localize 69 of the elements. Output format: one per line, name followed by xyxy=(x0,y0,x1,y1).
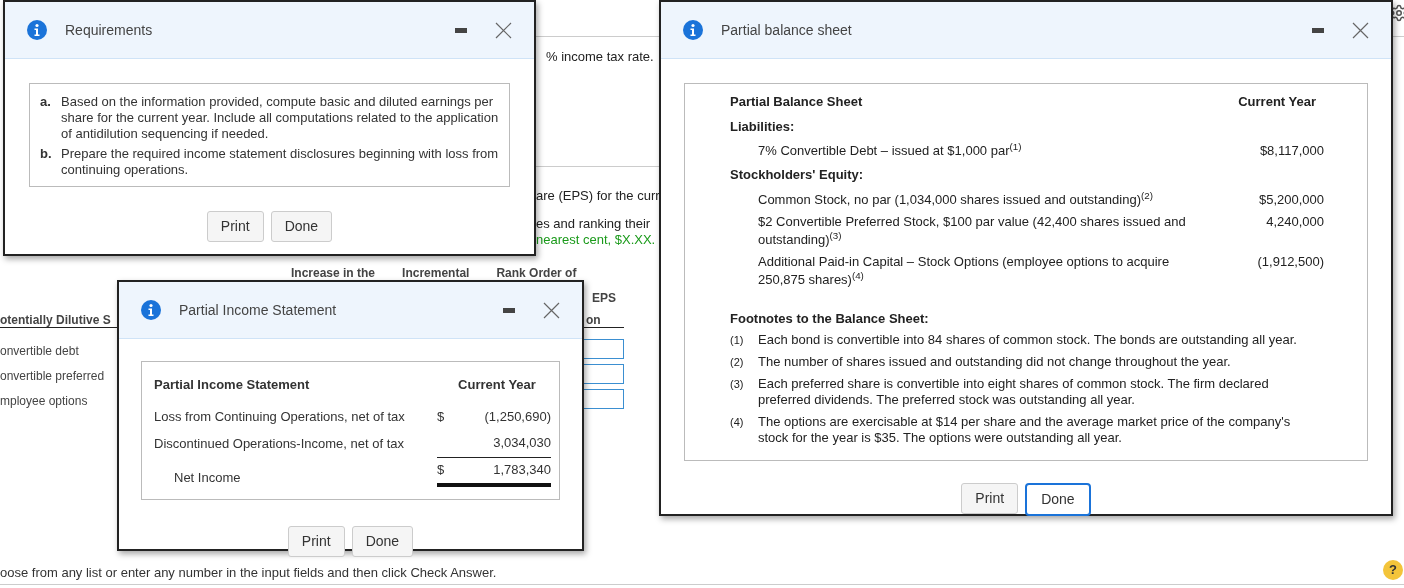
row-label: Additional Paid-in Capital – Stock Options (employee options to acquire 250,875 shares)$^{(4)}$ xyxy=(758,252,1171,289)
statement-heading: Partial Income Statement xyxy=(154,376,311,394)
print-button[interactable]: Print xyxy=(206,211,264,242)
row-label: onvertible preferred xyxy=(0,368,105,385)
print-button[interactable]: Print xyxy=(961,483,1019,514)
footnote-marker: (1) xyxy=(730,333,745,348)
column-heading: Current Year xyxy=(457,376,537,394)
section-heading: Liabilities: xyxy=(730,118,795,134)
amount-value: (1,912,500) xyxy=(1256,252,1324,271)
close-icon[interactable] xyxy=(543,301,560,319)
minimize-icon[interactable] xyxy=(503,307,515,313)
minimize-icon[interactable] xyxy=(455,27,467,33)
row-label: Loss from Continuing Operations, net of tax xyxy=(154,407,406,426)
row-header: otentially Dilutive S xyxy=(0,312,111,329)
close-icon[interactable] xyxy=(1352,21,1369,39)
column-header: Rank Order of xyxy=(496,265,577,282)
hint-text: nearest cent, $X.XX. xyxy=(536,231,656,249)
amount-value: (1,250,690) xyxy=(483,407,551,426)
column-heading: Current Year xyxy=(1238,93,1316,111)
column-header: on xyxy=(586,312,601,329)
requirement-text: Based on the information provided, compute basic and diluted earnings per share for the current year. Include all computations related to the application of antidilution sequencing if needed. xyxy=(61,94,499,142)
footnote-text: The options are exercisable at $14 per share and the average market price of the company's stock for the year is $35. The options were outstanding all year. xyxy=(758,414,1292,446)
row-label: 7% Convertible Debt – issued at $1,000 par$^{(1)}$ xyxy=(758,142,1023,160)
currency-sign: $ xyxy=(437,408,445,424)
footnotes-heading: Footnotes to the Balance Sheet: xyxy=(730,310,929,326)
close-icon[interactable] xyxy=(495,21,512,39)
column-header: EPS xyxy=(592,290,616,307)
row-label: $2 Convertible Preferred Stock, $100 par value (42,400 shares issued and outstanding)$^{(3)}$ xyxy=(758,212,1187,249)
footnote-marker: (2) xyxy=(730,355,745,370)
dialog-title: Partial balance sheet xyxy=(721,20,853,40)
item-marker: b. xyxy=(40,146,53,163)
help-button[interactable]: ? xyxy=(1383,560,1403,580)
print-button[interactable]: Print xyxy=(287,526,345,557)
currency-sign: $ xyxy=(437,461,445,477)
column-header: Incremental xyxy=(402,265,470,282)
question-text: are (EPS) for the curr xyxy=(536,187,660,205)
footnote-text: Each preferred share is convertible into eight shares of common stock. The firm declared preferred dividends. The preferred stock was outstanding all year. xyxy=(758,376,1270,408)
item-marker: a. xyxy=(40,94,52,111)
dialog-title: Requirements xyxy=(65,20,154,40)
row-label: Net Income xyxy=(173,468,242,487)
info-icon xyxy=(683,20,703,40)
row-label: mployee options xyxy=(0,393,88,410)
column-header: Increase in the xyxy=(291,265,376,282)
row-label: Common Stock, no par (1,034,000 shares issued and outstanding)$^{(2)}$ xyxy=(758,190,1154,209)
problem-text: % income tax rate. xyxy=(546,48,654,66)
requirement-text: Prepare the required income statement disclosures beginning with loss from continuing operations. xyxy=(61,146,499,178)
sheet-heading: Partial Balance Sheet xyxy=(730,93,864,111)
instruction-text: oose from any list or enter any number in the input fields and then click Check Answer. xyxy=(0,564,497,582)
row-label: onvertible debt xyxy=(0,343,79,360)
question-text: es and ranking their xyxy=(536,215,651,233)
done-button[interactable]: Done xyxy=(351,526,414,557)
amount-value: $8,117,000 xyxy=(1258,142,1324,160)
info-icon xyxy=(141,300,161,320)
section-heading: Stockholders' Equity: xyxy=(730,167,864,182)
dialog-title: Partial Income Statement xyxy=(179,300,338,320)
footnote-marker: (3) xyxy=(730,377,745,392)
info-icon xyxy=(27,20,47,40)
amount-value: $5,200,000 xyxy=(1257,190,1324,209)
row-label: Discontinued Operations-Income, net of tax xyxy=(154,435,406,453)
done-button[interactable]: Done xyxy=(1025,483,1091,516)
amount-value: 3,034,030 xyxy=(492,434,551,452)
footnote-text: Each bond is convertible into 84 shares of common stock. The bonds are outstanding all year. xyxy=(758,332,1297,348)
footnote-text: The number of shares issued and outstanding did not change throughout the year. xyxy=(758,354,1231,370)
settings-icon[interactable] xyxy=(1390,4,1404,22)
amount-value: 1,783,340 xyxy=(492,460,551,479)
footnote-marker: (4) xyxy=(730,415,745,430)
minimize-icon[interactable] xyxy=(1312,27,1324,33)
amount-value: 4,240,000 xyxy=(1265,212,1324,231)
done-button[interactable]: Done xyxy=(270,211,333,242)
